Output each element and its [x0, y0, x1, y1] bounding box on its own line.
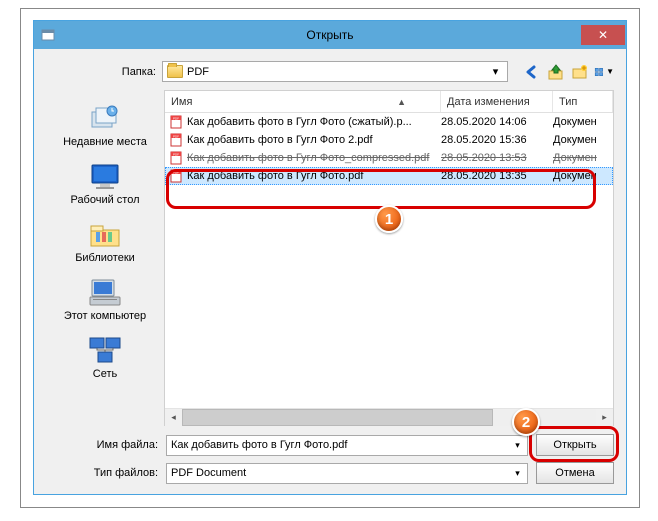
dialog-body: Папка: PDF ▾ ▼ [34, 49, 626, 494]
cancel-button[interactable]: Отмена [536, 462, 614, 484]
file-row[interactable]: PDF Как добавить фото в Гугл Фото_compres… [165, 149, 613, 167]
svg-text:PDF: PDF [173, 135, 179, 139]
file-row[interactable]: PDF Как добавить фото в Гугл Фото 2.pdf28… [165, 131, 613, 149]
filename-label: Имя файла: [46, 439, 158, 451]
scroll-right-button[interactable]: ▸ [596, 409, 613, 426]
file-row[interactable]: PDF Как добавить фото в Гугл Фото.pdf28.0… [165, 167, 613, 185]
place-label: Этот компьютер [64, 310, 146, 322]
place-label: Недавние места [63, 136, 147, 148]
pdf-icon: PDF [169, 115, 183, 129]
place-label: Сеть [93, 368, 117, 380]
folder-row: Папка: PDF ▾ ▼ [46, 57, 614, 90]
computer-icon [86, 276, 124, 308]
column-date[interactable]: Дата изменения [441, 91, 553, 112]
place-desktop[interactable]: Рабочий стол [46, 156, 164, 210]
open-button[interactable]: Открыть [536, 434, 614, 456]
chevron-down-icon: ▼ [606, 67, 614, 76]
file-rows: PDF Как добавить фото в Гугл Фото (сжатый… [165, 113, 613, 408]
file-name: Как добавить фото в Гугл Фото 2.pdf [187, 134, 441, 146]
chevron-down-icon[interactable]: ▾ [488, 62, 503, 81]
file-type: Докумен [553, 116, 613, 128]
file-date: 28.05.2020 14:06 [441, 116, 553, 128]
window-title: Открыть [306, 28, 353, 42]
pdf-icon: PDF [169, 169, 183, 183]
column-headers: Имя▲ Дата изменения Тип [165, 91, 613, 113]
column-type[interactable]: Тип [553, 91, 613, 112]
back-button[interactable] [522, 62, 542, 82]
main-area: Недавние места Рабочий стол Библиотеки [46, 90, 614, 426]
network-icon [86, 334, 124, 366]
pdf-icon: PDF [169, 151, 183, 165]
chevron-down-icon[interactable]: ▾ [509, 437, 526, 454]
place-label: Библиотеки [75, 252, 135, 264]
filename-input[interactable]: Как добавить фото в Гугл Фото.pdf ▾ [166, 435, 528, 456]
scroll-track[interactable] [182, 409, 596, 426]
filename-row: Имя файла: Как добавить фото в Гугл Фото… [46, 434, 614, 456]
bottom-panel: Имя файла: Как добавить фото в Гугл Фото… [46, 434, 614, 484]
file-name: Как добавить фото в Гугл Фото.pdf [187, 170, 441, 182]
svg-text:PDF: PDF [173, 153, 179, 157]
place-label: Рабочий стол [70, 194, 139, 206]
annotation-callout-1: 1 [375, 205, 403, 233]
scroll-thumb[interactable] [182, 409, 493, 426]
file-date: 28.05.2020 15:36 [441, 134, 553, 146]
file-name: Как добавить фото в Гугл Фото_compressed… [187, 152, 441, 164]
folder-icon [167, 65, 183, 78]
file-date: 28.05.2020 13:53 [441, 152, 553, 164]
file-list: Имя▲ Дата изменения Тип PDF Как добавить … [164, 90, 614, 426]
pdf-icon: PDF [169, 133, 183, 147]
folder-label: Папка: [46, 66, 156, 78]
file-type: Докумен [553, 152, 613, 164]
filter-select[interactable]: PDF Document ▾ [166, 463, 528, 484]
open-dialog-window: Открыть ✕ Папка: PDF ▾ [33, 20, 627, 495]
filter-row: Тип файлов: PDF Document ▾ Отмена [46, 462, 614, 484]
sort-asc-icon: ▲ [397, 97, 406, 107]
file-type: Докумен [553, 170, 613, 182]
up-one-level-button[interactable] [546, 62, 566, 82]
svg-text:PDF: PDF [173, 171, 179, 175]
recent-places-icon [86, 102, 124, 134]
file-row[interactable]: PDF Как добавить фото в Гугл Фото (сжатый… [165, 113, 613, 131]
views-button[interactable]: ▼ [594, 62, 614, 82]
place-computer[interactable]: Этот компьютер [46, 272, 164, 326]
libraries-icon [86, 218, 124, 250]
folder-select[interactable]: PDF ▾ [162, 61, 508, 82]
filter-label: Тип файлов: [46, 467, 158, 479]
toolbar: ▼ [522, 62, 614, 82]
places-bar: Недавние места Рабочий стол Библиотеки [46, 90, 164, 426]
new-folder-button[interactable] [570, 62, 590, 82]
close-button[interactable]: ✕ [581, 25, 625, 45]
desktop-icon [86, 160, 124, 192]
titlebar: Открыть ✕ [34, 21, 626, 49]
place-network[interactable]: Сеть [46, 330, 164, 384]
column-name[interactable]: Имя▲ [165, 91, 441, 112]
file-name: Как добавить фото в Гугл Фото (сжатый).p… [187, 116, 441, 128]
place-recent[interactable]: Недавние места [46, 98, 164, 152]
scroll-left-button[interactable]: ◂ [165, 409, 182, 426]
chevron-down-icon[interactable]: ▾ [509, 465, 526, 482]
file-date: 28.05.2020 13:35 [441, 170, 553, 182]
close-icon: ✕ [598, 28, 608, 42]
svg-text:PDF: PDF [173, 117, 179, 121]
folder-current: PDF [187, 66, 209, 78]
file-type: Докумен [553, 134, 613, 146]
place-libraries[interactable]: Библиотеки [46, 214, 164, 268]
app-icon [40, 27, 56, 43]
horizontal-scrollbar[interactable]: ◂ ▸ [165, 408, 613, 425]
